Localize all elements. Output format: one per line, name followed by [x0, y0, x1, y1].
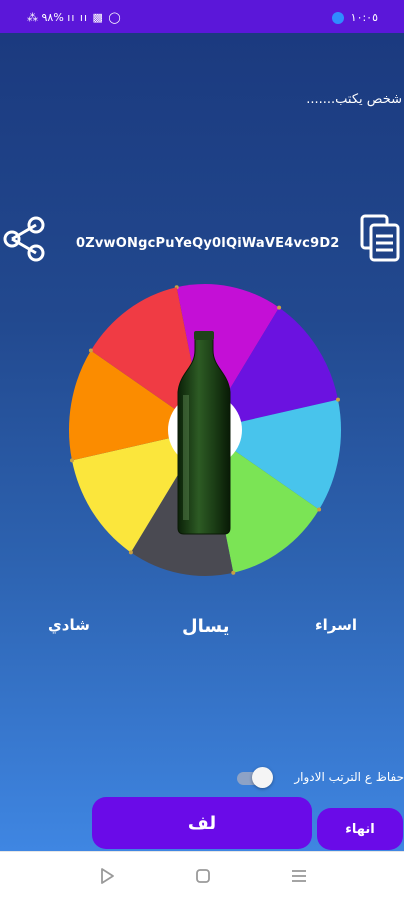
- wheel-segment-marker: [336, 397, 340, 402]
- spin-button[interactable]: لف: [92, 797, 312, 849]
- typing-indicator: شخص يكتب.......: [306, 92, 402, 107]
- recents-icon[interactable]: [289, 865, 309, 887]
- status-bar: ⁂ ٩٨% ıı ıı ▩ ◯ ١٠:٠٥: [0, 0, 404, 33]
- share-icon[interactable]: [1, 214, 47, 264]
- keep-order-toggle[interactable]: [237, 767, 273, 789]
- wheel-segment-marker: [70, 458, 74, 463]
- wheel-segment-marker: [231, 570, 236, 575]
- toggle-knob: [252, 767, 273, 788]
- wheel-segment-marker: [317, 507, 322, 512]
- bluetooth-icon: [331, 11, 344, 24]
- end-button[interactable]: انهاء: [317, 808, 403, 850]
- back-icon[interactable]: [97, 865, 117, 887]
- player-label-center: يسال: [182, 616, 230, 637]
- room-code: 0ZvwONgcPuYeQy0lQiWaVE4vc9D2: [76, 236, 340, 251]
- wheel-segment-marker: [128, 550, 133, 555]
- player-label-right: اسراء: [315, 616, 358, 634]
- clock: ١٠:٠٥: [350, 11, 378, 24]
- status-indicators: ⁂ ٩٨% ıı ıı ▩ ◯: [27, 11, 122, 24]
- spin-wheel: [69, 284, 341, 576]
- player-label-left: شادي: [48, 616, 90, 634]
- copy-icon[interactable]: [358, 212, 402, 264]
- wheel-segment-marker: [88, 348, 93, 353]
- wheel-segment-marker: [277, 305, 282, 310]
- navigation-bar: [0, 851, 404, 901]
- status-right-group: ١٠:٠٥: [331, 11, 378, 24]
- home-icon[interactable]: [193, 865, 213, 887]
